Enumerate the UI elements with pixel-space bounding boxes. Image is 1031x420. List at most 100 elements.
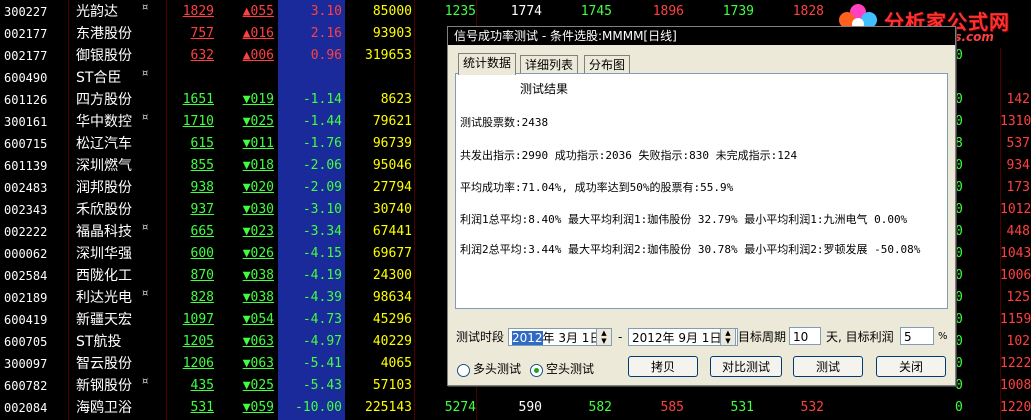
stock-price: 1651 <box>182 92 214 107</box>
stock-code: 600715 <box>4 137 48 151</box>
target-profit-input[interactable]: 5 <box>900 327 934 345</box>
stock-volume: 30740 <box>372 202 412 217</box>
tab-distribution[interactable]: 分布图 <box>584 55 631 75</box>
result-line-profit2: 利润2总平均:3.44% 最大平均利润2:珈伟股份 30.78% 最小平均利润2… <box>460 243 921 256</box>
date-separator: - <box>618 330 623 344</box>
stock-name: 智云股份 <box>76 356 132 372</box>
far-right-value: 1006 <box>1000 268 1031 283</box>
stock-volume: 319653 <box>365 48 412 63</box>
stock-change: ▼018 <box>242 158 274 173</box>
stock-change-pct: -4.73 <box>302 312 342 327</box>
stock-code: 002084 <box>4 401 48 415</box>
stock-flag: ¤ <box>142 2 149 13</box>
stock-volume: 95046 <box>372 158 412 173</box>
target-period-input[interactable]: 10 <box>789 327 821 345</box>
stock-change: ▼063 <box>242 356 274 371</box>
stock-volume <box>350 68 412 88</box>
start-date-rest: 年 3月 1日 <box>542 331 602 345</box>
stock-volume: 67441 <box>372 224 412 239</box>
result-line-signals: 共发出指示:2990 成功指示:2036 失败指示:830 未完成指示:124 <box>460 149 798 162</box>
end-date-spinner[interactable]: ▲ ▼ <box>720 328 736 346</box>
signal-test-dialog: 信号成功率测试 - 条件选股:MMMM[日线] 统计数据 详细列表 分布图 测试… <box>447 26 956 386</box>
right-column-value: 0 <box>955 180 963 195</box>
tab-statistics[interactable]: 统计数据 <box>458 53 517 75</box>
stock-change: ▼038 <box>242 290 274 305</box>
stock-price: 665 <box>190 224 214 239</box>
stock-code: 300227 <box>4 5 48 19</box>
stock-change-pct: 0.96 <box>310 48 342 63</box>
stock-volume: 40229 <box>372 334 412 349</box>
stock-change-pct: -5.41 <box>302 356 342 371</box>
stock-change-pct: -1.44 <box>302 114 342 129</box>
compare-test-button[interactable]: 对比测试 <box>710 356 782 377</box>
stock-price: 870 <box>190 268 214 283</box>
copy-button[interactable]: 拷贝 <box>628 356 698 377</box>
stock-change: ▲006 <box>242 48 274 63</box>
target-period-label: 目标周期 <box>738 330 787 344</box>
stock-code: 002584 <box>4 269 48 283</box>
stock-change-pct: 3.10 <box>310 4 342 19</box>
stock-code: 300161 <box>4 115 48 129</box>
stock-name: 润邦股份 <box>76 180 132 196</box>
table-row[interactable]: 002084 海鸥卫浴 531 ▼059 -10.00 225143 5274 590 582 5… <box>0 396 1031 418</box>
target-profit-label: 天, 目标利润 <box>826 330 894 344</box>
right-column-value: 0 <box>955 224 963 239</box>
stock-price: 435 <box>190 378 214 393</box>
stock-change-pct: -2.09 <box>302 180 342 195</box>
stock-price: 632 <box>190 48 214 63</box>
stock-change: ▼025 <box>242 378 274 393</box>
far-right-value <box>1000 46 1030 66</box>
short-test-label: 空头测试 <box>546 362 595 376</box>
stock-code: 600490 <box>4 71 48 85</box>
stock-name: 御银股份 <box>76 48 132 64</box>
period-label: 测试时段 <box>456 330 505 344</box>
stock-price: 1206 <box>182 356 214 371</box>
dialog-title-bar: 信号成功率测试 - 条件选股:MMMM[日线] <box>448 27 955 45</box>
stock-code: 002222 <box>4 225 48 239</box>
far-right-value: 173 <box>1006 180 1030 195</box>
stock-change: ▼023 <box>242 224 274 239</box>
stock-extra-value: 1896 <box>652 4 684 19</box>
stock-extra-value: 1774 <box>510 4 542 19</box>
stock-price: 1829 <box>182 4 214 19</box>
right-column-value: 0 <box>955 158 963 173</box>
far-right-value: 102 <box>1006 334 1030 349</box>
stock-volume: 45296 <box>372 312 412 327</box>
stock-change: ▼054 <box>242 312 274 327</box>
right-column-value: 0 <box>955 48 963 63</box>
result-line-stock-count: 测试股票数:2438 <box>460 116 549 129</box>
stock-volume: 69677 <box>372 246 412 261</box>
right-column-value: 0 <box>955 268 963 283</box>
stock-price: 937 <box>190 202 214 217</box>
far-right-value <box>1000 68 1030 88</box>
stock-change-pct: -1.76 <box>302 136 342 151</box>
far-right-value: 1310 <box>1000 114 1031 129</box>
short-test-radio[interactable] <box>530 364 543 377</box>
stock-name: 东港股份 <box>76 26 132 42</box>
far-right-value: 142 <box>1006 92 1030 107</box>
stock-name: 新钢股份 <box>76 378 132 394</box>
stock-price: 938 <box>190 180 214 195</box>
stock-flag: ¤ <box>142 288 149 299</box>
stock-price <box>168 68 214 88</box>
close-button[interactable]: 关闭 <box>876 356 946 377</box>
run-test-button[interactable]: 测试 <box>793 356 863 377</box>
stock-change: ▲055 <box>242 4 274 19</box>
stock-change-pct: -4.97 <box>302 334 342 349</box>
start-date-picker[interactable]: 2012年 3月 1日 <box>508 328 602 346</box>
long-test-radio[interactable] <box>457 364 470 377</box>
right-column-value: 0 <box>955 400 963 415</box>
stock-extra-value: 531 <box>730 400 754 415</box>
far-right-value: 537 <box>1006 136 1030 151</box>
stock-code: 300097 <box>4 357 48 371</box>
tab-detail-list[interactable]: 详细列表 <box>520 55 579 75</box>
stock-code: 000062 <box>4 247 48 261</box>
stock-extra-value: 585 <box>660 400 684 415</box>
stock-volume: 24300 <box>372 268 412 283</box>
stock-volume: 79621 <box>372 114 412 129</box>
stock-name: 四方股份 <box>76 92 132 108</box>
right-column-value: 0 <box>955 202 963 217</box>
start-date-spinner[interactable]: ▲ ▼ <box>596 328 612 346</box>
stock-code: 600782 <box>4 379 48 393</box>
right-column-value: 0 <box>955 334 963 349</box>
